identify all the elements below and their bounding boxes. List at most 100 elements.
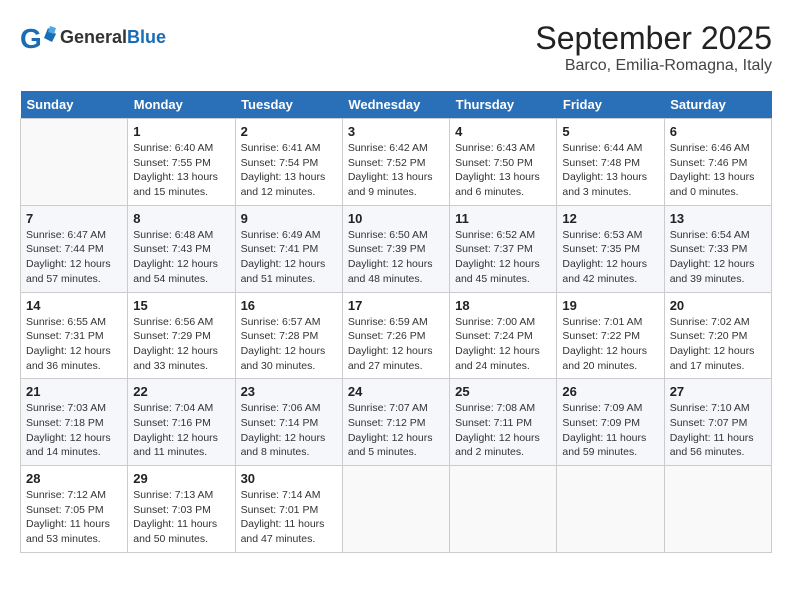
day-number: 23 bbox=[241, 384, 337, 399]
day-info: Sunrise: 6:40 AM Sunset: 7:55 PM Dayligh… bbox=[133, 141, 229, 200]
day-number: 22 bbox=[133, 384, 229, 399]
day-info: Sunrise: 7:06 AM Sunset: 7:14 PM Dayligh… bbox=[241, 401, 337, 460]
day-number: 5 bbox=[562, 124, 658, 139]
calendar-cell bbox=[450, 466, 557, 553]
calendar-cell: 23 Sunrise: 7:06 AM Sunset: 7:14 PM Dayli… bbox=[235, 379, 342, 466]
day-info: Sunrise: 6:42 AM Sunset: 7:52 PM Dayligh… bbox=[348, 141, 444, 200]
day-info: Sunrise: 7:10 AM Sunset: 7:07 PM Dayligh… bbox=[670, 401, 766, 460]
day-info: Sunrise: 7:14 AM Sunset: 7:01 PM Dayligh… bbox=[241, 488, 337, 547]
calendar-cell: 15 Sunrise: 6:56 AM Sunset: 7:29 PM Dayli… bbox=[128, 292, 235, 379]
calendar-cell: 16 Sunrise: 6:57 AM Sunset: 7:28 PM Dayli… bbox=[235, 292, 342, 379]
day-number: 30 bbox=[241, 471, 337, 486]
calendar-cell: 4 Sunrise: 6:43 AM Sunset: 7:50 PM Daylig… bbox=[450, 119, 557, 206]
day-info: Sunrise: 6:55 AM Sunset: 7:31 PM Dayligh… bbox=[26, 315, 122, 374]
calendar-cell bbox=[664, 466, 771, 553]
weekday-header-monday: Monday bbox=[128, 91, 235, 119]
day-number: 4 bbox=[455, 124, 551, 139]
calendar-cell: 29 Sunrise: 7:13 AM Sunset: 7:03 PM Dayli… bbox=[128, 466, 235, 553]
day-info: Sunrise: 6:52 AM Sunset: 7:37 PM Dayligh… bbox=[455, 228, 551, 287]
day-info: Sunrise: 6:44 AM Sunset: 7:48 PM Dayligh… bbox=[562, 141, 658, 200]
day-number: 26 bbox=[562, 384, 658, 399]
calendar-cell bbox=[342, 466, 449, 553]
weekday-header-thursday: Thursday bbox=[450, 91, 557, 119]
day-number: 14 bbox=[26, 298, 122, 313]
day-info: Sunrise: 7:03 AM Sunset: 7:18 PM Dayligh… bbox=[26, 401, 122, 460]
calendar-week-row: 28 Sunrise: 7:12 AM Sunset: 7:05 PM Dayli… bbox=[21, 466, 772, 553]
calendar-cell: 19Sunrise: 7:01 AM Sunset: 7:22 PM Dayli… bbox=[557, 292, 664, 379]
day-number: 10 bbox=[348, 211, 444, 226]
calendar-cell: 24 Sunrise: 7:07 AM Sunset: 7:12 PM Dayli… bbox=[342, 379, 449, 466]
day-info: Sunrise: 7:12 AM Sunset: 7:05 PM Dayligh… bbox=[26, 488, 122, 547]
day-info: Sunrise: 6:41 AM Sunset: 7:54 PM Dayligh… bbox=[241, 141, 337, 200]
day-number: 29 bbox=[133, 471, 229, 486]
calendar-week-row: 21 Sunrise: 7:03 AM Sunset: 7:18 PM Dayli… bbox=[21, 379, 772, 466]
day-number: 21 bbox=[26, 384, 122, 399]
calendar-body: 1 Sunrise: 6:40 AM Sunset: 7:55 PM Daylig… bbox=[21, 119, 772, 553]
logo-icon: G bbox=[20, 20, 56, 56]
calendar-cell: 20Sunrise: 7:02 AM Sunset: 7:20 PM Dayli… bbox=[664, 292, 771, 379]
calendar-week-row: 14 Sunrise: 6:55 AM Sunset: 7:31 PM Dayli… bbox=[21, 292, 772, 379]
calendar-cell: 28 Sunrise: 7:12 AM Sunset: 7:05 PM Dayli… bbox=[21, 466, 128, 553]
day-number: 16 bbox=[241, 298, 337, 313]
location-title: Barco, Emilia-Romagna, Italy bbox=[535, 57, 772, 75]
day-info: Sunrise: 7:09 AM Sunset: 7:09 PM Dayligh… bbox=[562, 401, 658, 460]
calendar-table: SundayMondayTuesdayWednesdayThursdayFrid… bbox=[20, 91, 772, 553]
calendar-cell: 11Sunrise: 6:52 AM Sunset: 7:37 PM Dayli… bbox=[450, 205, 557, 292]
day-info: Sunrise: 6:50 AM Sunset: 7:39 PM Dayligh… bbox=[348, 228, 444, 287]
day-info: Sunrise: 6:43 AM Sunset: 7:50 PM Dayligh… bbox=[455, 141, 551, 200]
weekday-header-tuesday: Tuesday bbox=[235, 91, 342, 119]
day-info: Sunrise: 6:47 AM Sunset: 7:44 PM Dayligh… bbox=[26, 228, 122, 287]
weekday-header-sunday: Sunday bbox=[21, 91, 128, 119]
day-info: Sunrise: 6:48 AM Sunset: 7:43 PM Dayligh… bbox=[133, 228, 229, 287]
calendar-cell: 30 Sunrise: 7:14 AM Sunset: 7:01 PM Dayli… bbox=[235, 466, 342, 553]
calendar-cell: 9 Sunrise: 6:49 AM Sunset: 7:41 PM Daylig… bbox=[235, 205, 342, 292]
day-number: 27 bbox=[670, 384, 766, 399]
day-info: Sunrise: 6:46 AM Sunset: 7:46 PM Dayligh… bbox=[670, 141, 766, 200]
weekday-header-friday: Friday bbox=[557, 91, 664, 119]
month-title: September 2025 bbox=[535, 20, 772, 57]
calendar-cell: 10 Sunrise: 6:50 AM Sunset: 7:39 PM Dayli… bbox=[342, 205, 449, 292]
day-number: 7 bbox=[26, 211, 122, 226]
day-number: 24 bbox=[348, 384, 444, 399]
calendar-cell: 3 Sunrise: 6:42 AM Sunset: 7:52 PM Daylig… bbox=[342, 119, 449, 206]
page-header: G GeneralBlue September 2025 Barco, Emil… bbox=[20, 20, 772, 75]
day-info: Sunrise: 6:53 AM Sunset: 7:35 PM Dayligh… bbox=[562, 228, 658, 287]
day-number: 1 bbox=[133, 124, 229, 139]
day-number: 8 bbox=[133, 211, 229, 226]
day-info: Sunrise: 7:07 AM Sunset: 7:12 PM Dayligh… bbox=[348, 401, 444, 460]
svg-text:G: G bbox=[20, 23, 42, 54]
calendar-cell: 25Sunrise: 7:08 AM Sunset: 7:11 PM Dayli… bbox=[450, 379, 557, 466]
logo-blue-text: Blue bbox=[127, 27, 166, 47]
day-number: 20 bbox=[670, 298, 766, 313]
day-number: 3 bbox=[348, 124, 444, 139]
weekday-header-wednesday: Wednesday bbox=[342, 91, 449, 119]
calendar-cell: 13Sunrise: 6:54 AM Sunset: 7:33 PM Dayli… bbox=[664, 205, 771, 292]
day-info: Sunrise: 7:08 AM Sunset: 7:11 PM Dayligh… bbox=[455, 401, 551, 460]
calendar-cell: 6 Sunrise: 6:46 AM Sunset: 7:46 PM Daylig… bbox=[664, 119, 771, 206]
weekday-header-saturday: Saturday bbox=[664, 91, 771, 119]
day-number: 15 bbox=[133, 298, 229, 313]
calendar-cell: 22 Sunrise: 7:04 AM Sunset: 7:16 PM Dayli… bbox=[128, 379, 235, 466]
day-number: 13 bbox=[670, 211, 766, 226]
day-number: 9 bbox=[241, 211, 337, 226]
calendar-cell: 27 Sunrise: 7:10 AM Sunset: 7:07 PM Dayli… bbox=[664, 379, 771, 466]
day-info: Sunrise: 6:56 AM Sunset: 7:29 PM Dayligh… bbox=[133, 315, 229, 374]
logo: G GeneralBlue bbox=[20, 20, 166, 56]
day-number: 12 bbox=[562, 211, 658, 226]
calendar-cell: 17Sunrise: 6:59 AM Sunset: 7:26 PM Dayli… bbox=[342, 292, 449, 379]
logo-general-text: General bbox=[60, 27, 127, 47]
day-info: Sunrise: 7:13 AM Sunset: 7:03 PM Dayligh… bbox=[133, 488, 229, 547]
day-info: Sunrise: 6:49 AM Sunset: 7:41 PM Dayligh… bbox=[241, 228, 337, 287]
calendar-cell: 5 Sunrise: 6:44 AM Sunset: 7:48 PM Daylig… bbox=[557, 119, 664, 206]
day-number: 2 bbox=[241, 124, 337, 139]
day-info: Sunrise: 6:57 AM Sunset: 7:28 PM Dayligh… bbox=[241, 315, 337, 374]
title-area: September 2025 Barco, Emilia-Romagna, It… bbox=[535, 20, 772, 75]
calendar-cell: 8 Sunrise: 6:48 AM Sunset: 7:43 PM Daylig… bbox=[128, 205, 235, 292]
calendar-cell bbox=[557, 466, 664, 553]
calendar-cell: 12 Sunrise: 6:53 AM Sunset: 7:35 PM Dayli… bbox=[557, 205, 664, 292]
day-number: 28 bbox=[26, 471, 122, 486]
day-info: Sunrise: 7:04 AM Sunset: 7:16 PM Dayligh… bbox=[133, 401, 229, 460]
day-number: 6 bbox=[670, 124, 766, 139]
calendar-cell: 18Sunrise: 7:00 AM Sunset: 7:24 PM Dayli… bbox=[450, 292, 557, 379]
calendar-header-row: SundayMondayTuesdayWednesdayThursdayFrid… bbox=[21, 91, 772, 119]
